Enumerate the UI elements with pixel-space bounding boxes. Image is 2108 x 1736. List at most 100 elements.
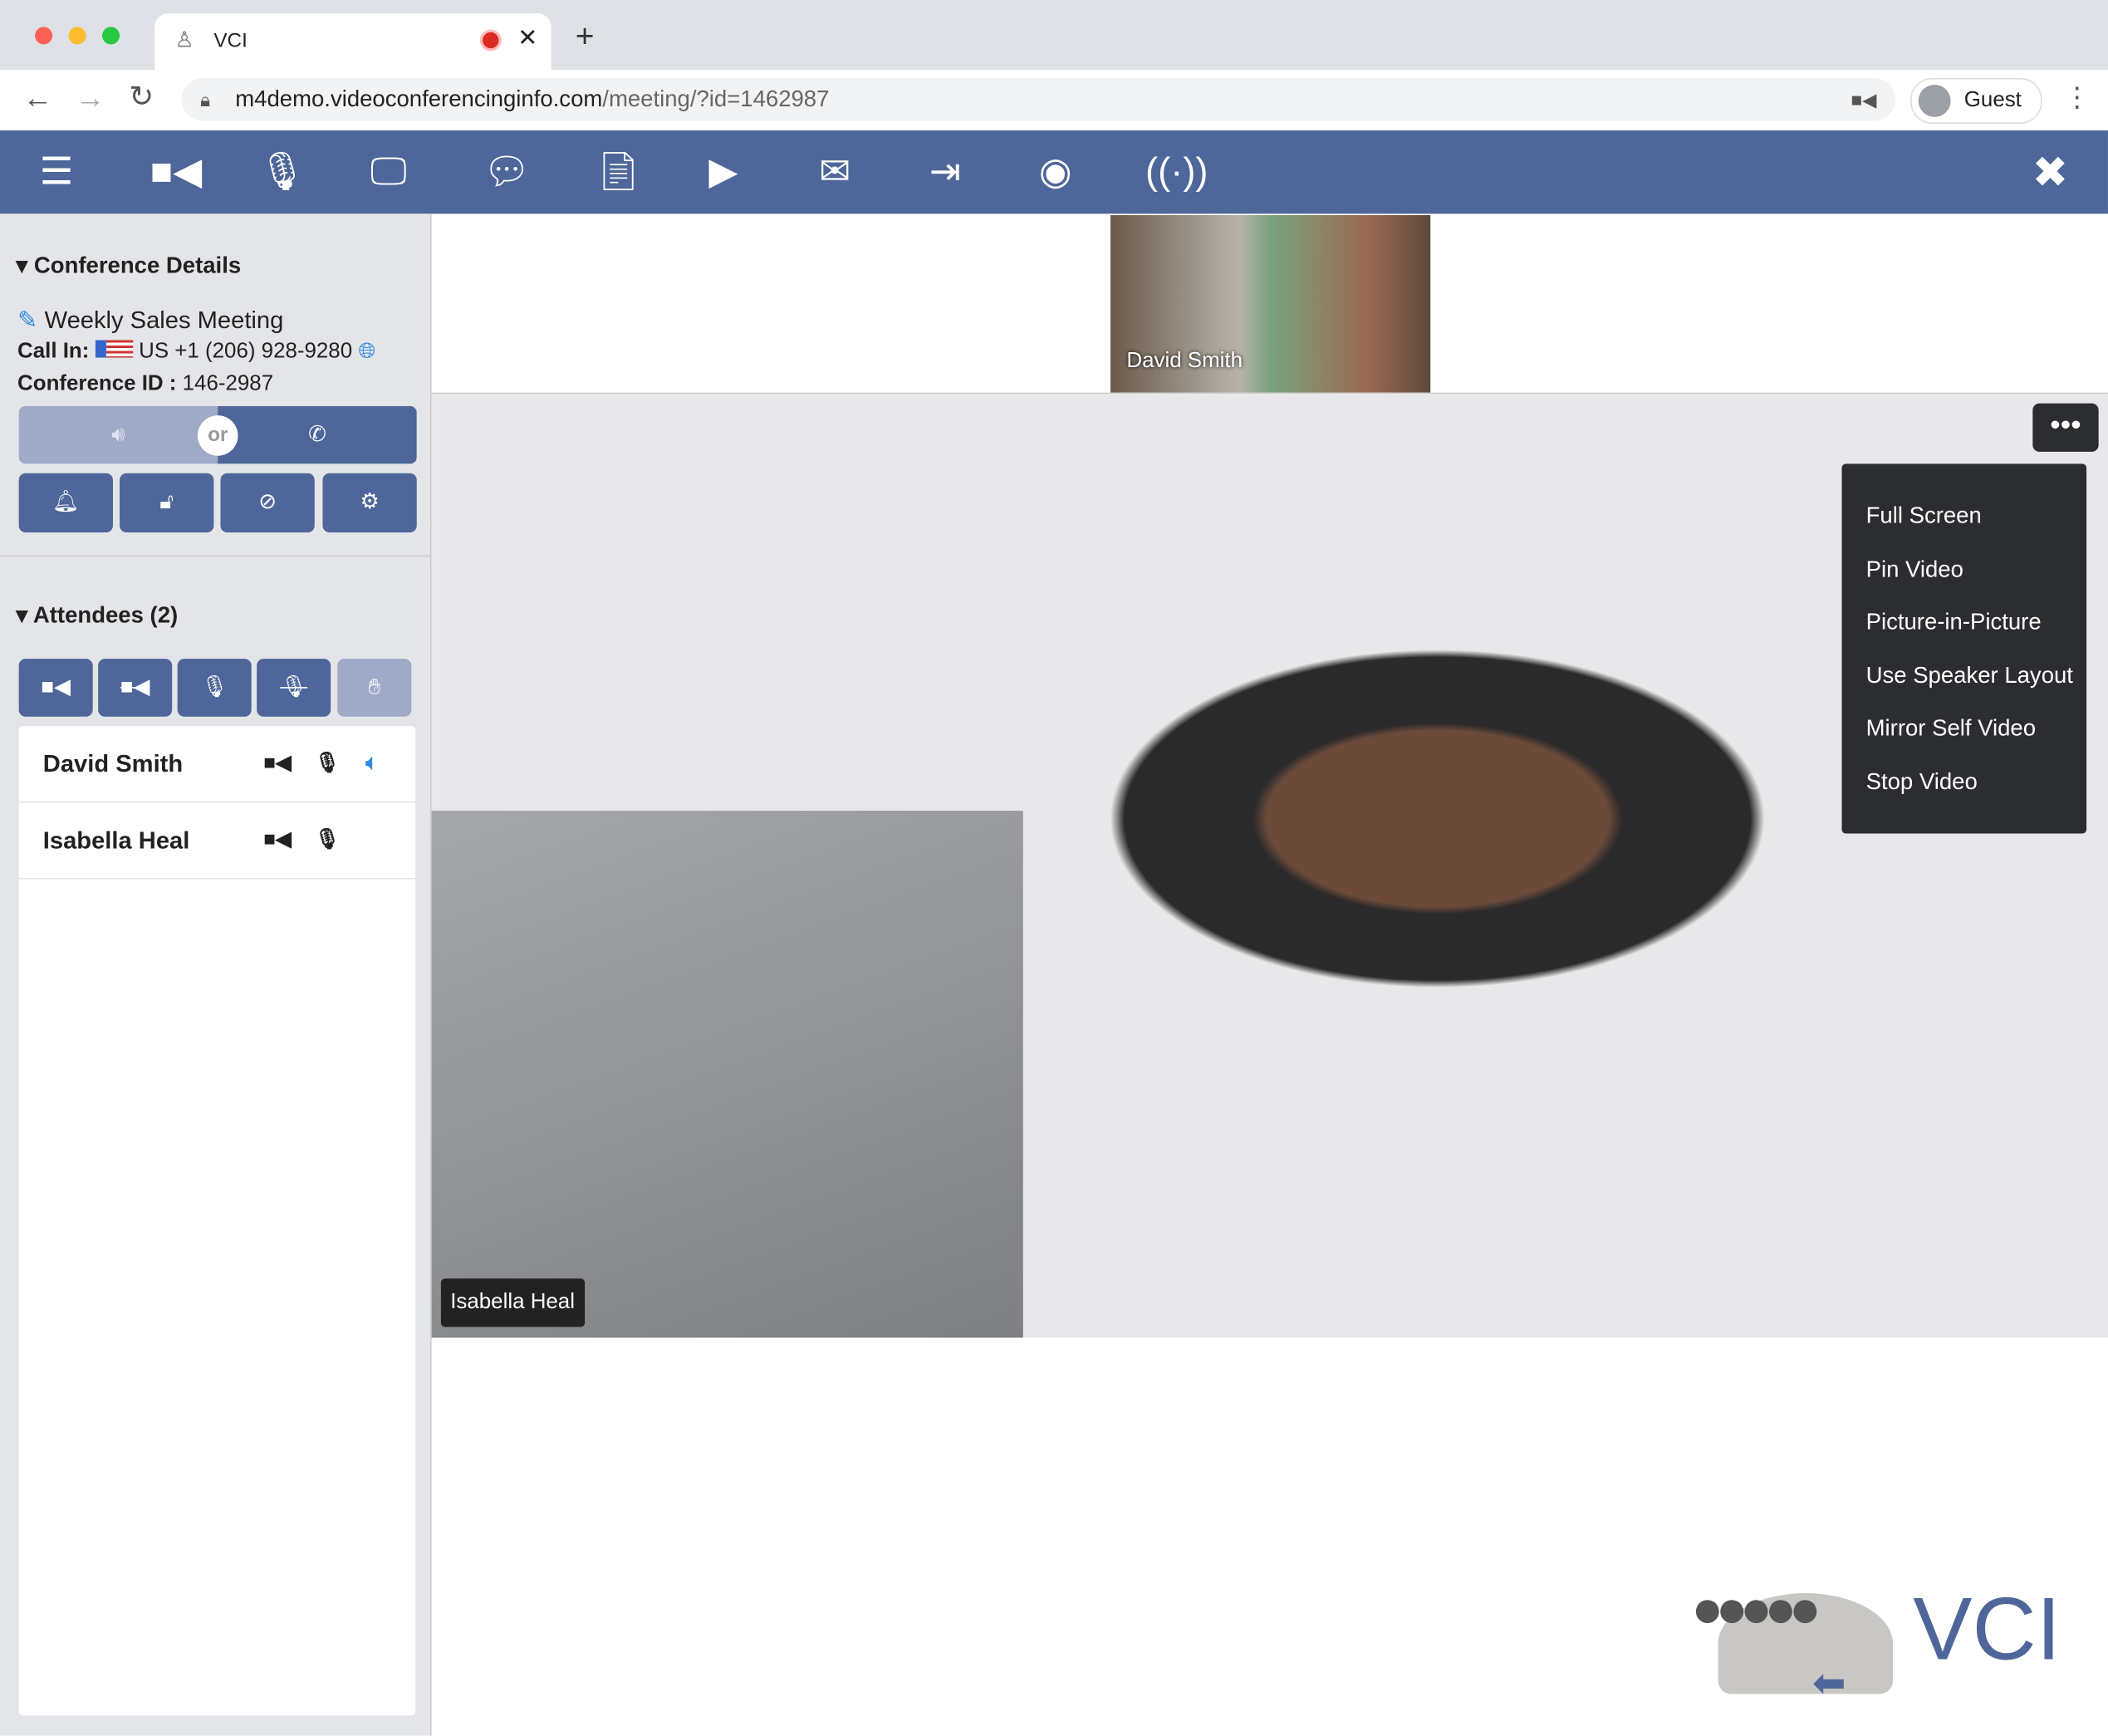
sidebar: ▾ Conference Details ✎ Weekly Sales Meet…	[0, 213, 432, 1736]
microphone-off-icon: 🎙︎	[280, 676, 308, 699]
close-icon[interactable]: ✖	[2023, 146, 2077, 198]
laptop-shape	[431, 811, 1023, 1338]
vci-logo: ●●●●● ⬅ VCI	[1691, 1539, 2081, 1707]
call-in-number: US +1 (206) 928-9280	[139, 340, 353, 364]
back-icon[interactable]: ←	[23, 81, 53, 115]
camera-in-use-icon[interactable]: ■◀	[1851, 78, 1876, 121]
menu-item-picture-in-picture[interactable]: Picture-in-Picture	[1841, 596, 2086, 649]
browser-tab[interactable]: ♙ VCI ✕	[154, 13, 552, 71]
bell-button[interactable]: 🔔︎	[18, 473, 113, 532]
meeting-title[interactable]: ✎ Weekly Sales Meeting	[17, 306, 283, 335]
address-bar-row: ← → ↻ 🔒︎ m4demo.videoconferencinginfo.co…	[0, 70, 2108, 132]
menu-item-stop-video[interactable]: Stop Video	[1841, 756, 2086, 809]
bell-icon: 🔔︎	[51, 490, 80, 514]
us-flag-icon	[95, 340, 133, 358]
avatar-icon	[1918, 84, 1951, 117]
broadcast-icon[interactable]: ((·))	[1145, 146, 1208, 198]
video-camera-icon: ■◀	[41, 676, 71, 699]
media-playlist-icon[interactable]: ▶	[696, 146, 750, 198]
attendee-name: David Smith	[42, 750, 184, 777]
audio-mode-toggle: 🔊︎ ✆ or	[18, 405, 417, 464]
meeting-title-text: Weekly Sales Meeting	[44, 306, 284, 334]
meeting-toolbar: ☰ ■◀ 🎙︎ 🖵︎ 💬︎ 📄︎ ▶ ✉ ⇥ ◉ ((·)) ✖	[0, 130, 2108, 214]
participant-name-label: David Smith	[1126, 349, 1243, 373]
unmute-all-button[interactable]: 🎙︎	[177, 659, 252, 717]
url-host: m4demo.videoconferencinginfo.com	[235, 86, 603, 112]
unlock-icon: 🔓︎	[159, 490, 174, 514]
ellipsis-icon: •••	[2050, 407, 2081, 441]
divider	[0, 555, 430, 557]
gear-icon: ⚙	[360, 490, 380, 514]
conference-details-toggle[interactable]: ▾ Conference Details	[16, 253, 241, 279]
video-camera-icon[interactable]: ■◀	[150, 146, 203, 198]
exit-door-icon[interactable]: ⇥	[919, 146, 973, 198]
call-in-line: Call In: US +1 (206) 928-9280 🌐︎	[17, 340, 375, 365]
lower-hands-button[interactable]: ✋︎	[337, 659, 412, 717]
tab-title: VCI	[213, 29, 248, 53]
arrow-graphic: ⬅	[1811, 1661, 1846, 1707]
or-label: or	[197, 415, 238, 456]
all-video-off-button[interactable]: ■◀	[98, 659, 173, 717]
menu-icon[interactable]: ☰	[30, 146, 84, 198]
speaker-icon: 🔈︎	[365, 751, 378, 775]
forward-icon[interactable]: →	[76, 81, 105, 115]
close-window-button[interactable]	[35, 27, 53, 45]
mute-all-button[interactable]: 🎙︎	[257, 659, 331, 717]
block-button[interactable]: ⊘	[220, 473, 315, 532]
menu-item-full-screen[interactable]: Full Screen	[1841, 489, 2086, 542]
menu-item-mirror-self-video[interactable]: Mirror Self Video	[1841, 703, 2086, 756]
people-graphic: ●●●●●	[1691, 1579, 1821, 1640]
video-camera-icon[interactable]: ■◀	[263, 802, 291, 878]
recording-icon	[479, 29, 502, 51]
chat-icon[interactable]: 💬︎	[480, 146, 534, 198]
attendees-toggle[interactable]: ▾ Attendees (2)	[16, 602, 178, 629]
document-icon[interactable]: 📄︎	[591, 146, 645, 198]
attendee-row[interactable]: David Smith ■◀ 🎙︎ 🔈︎	[18, 726, 416, 803]
profile-name: Guest	[1963, 88, 2022, 112]
url-input[interactable]: 🔒︎ m4demo.videoconferencinginfo.com/meet…	[181, 77, 1896, 121]
profile-button[interactable]: Guest	[1910, 77, 2042, 124]
video-options-menu: Full Screen Pin Video Picture-in-Picture…	[1841, 463, 2087, 834]
conference-id-label: Conference ID :	[17, 372, 177, 395]
computer-audio-button[interactable]: 🔊︎	[18, 405, 218, 464]
envelope-icon[interactable]: ✉	[808, 146, 862, 198]
video-off-icon: ■◀	[120, 676, 150, 699]
new-tab-icon[interactable]: +	[576, 19, 595, 56]
tab-bar: ♙ VCI ✕ +	[0, 0, 2108, 71]
attendee-name: Isabella Heal	[42, 826, 190, 854]
section-title: Attendees (2)	[32, 602, 179, 628]
settings-button[interactable]: ⚙	[322, 473, 417, 532]
video-options-button[interactable]: •••	[2032, 403, 2099, 452]
hand-icon: ✋︎	[368, 676, 381, 699]
menu-item-pin-video[interactable]: Pin Video	[1841, 542, 2086, 596]
microphone-icon[interactable]: 🎙︎	[315, 802, 341, 878]
kebab-menu-icon[interactable]: ⋮	[2064, 81, 2091, 114]
maximize-window-button[interactable]	[102, 27, 120, 45]
globe-icon[interactable]: 🌐︎	[358, 341, 375, 364]
url-path: /meeting/?id=1462987	[602, 86, 830, 112]
screen-share-icon[interactable]: 🖵︎	[361, 146, 415, 198]
favicon-icon: ♙	[174, 29, 194, 53]
section-title: Conference Details	[33, 253, 242, 279]
conference-id: 146-2987	[182, 372, 274, 395]
close-tab-icon[interactable]: ✕	[517, 24, 537, 52]
edit-icon[interactable]: ✎	[17, 306, 37, 333]
all-video-on-button[interactable]: ■◀	[18, 659, 93, 717]
video-camera-icon[interactable]: ■◀	[263, 726, 291, 802]
participant-name-label: Isabella Heal	[440, 1278, 585, 1327]
attendee-list: David Smith ■◀ 🎙︎ 🔈︎ Isabella Heal ■◀ 🎙︎	[18, 726, 416, 1716]
phone-audio-button[interactable]: ✆	[218, 405, 417, 464]
attendee-row[interactable]: Isabella Heal ■◀ 🎙︎	[18, 802, 416, 880]
microphone-icon: 🎙︎	[200, 676, 228, 699]
reload-icon[interactable]: ↻	[129, 79, 154, 114]
record-icon[interactable]: ◉	[1028, 146, 1082, 198]
lock-button[interactable]: 🔓︎	[120, 473, 214, 532]
conference-id-line: Conference ID : 146-2987	[17, 372, 273, 396]
microphone-icon[interactable]: 🎙︎	[256, 146, 310, 198]
thumbnail-video[interactable]: David Smith	[1110, 214, 1431, 393]
menu-item-speaker-layout[interactable]: Use Speaker Layout	[1841, 649, 2086, 702]
microphone-icon[interactable]: 🎙︎	[315, 726, 341, 802]
logo-text: VCI	[1913, 1578, 2061, 1679]
minimize-window-button[interactable]	[68, 27, 86, 45]
lock-icon: 🔒︎	[200, 88, 211, 110]
